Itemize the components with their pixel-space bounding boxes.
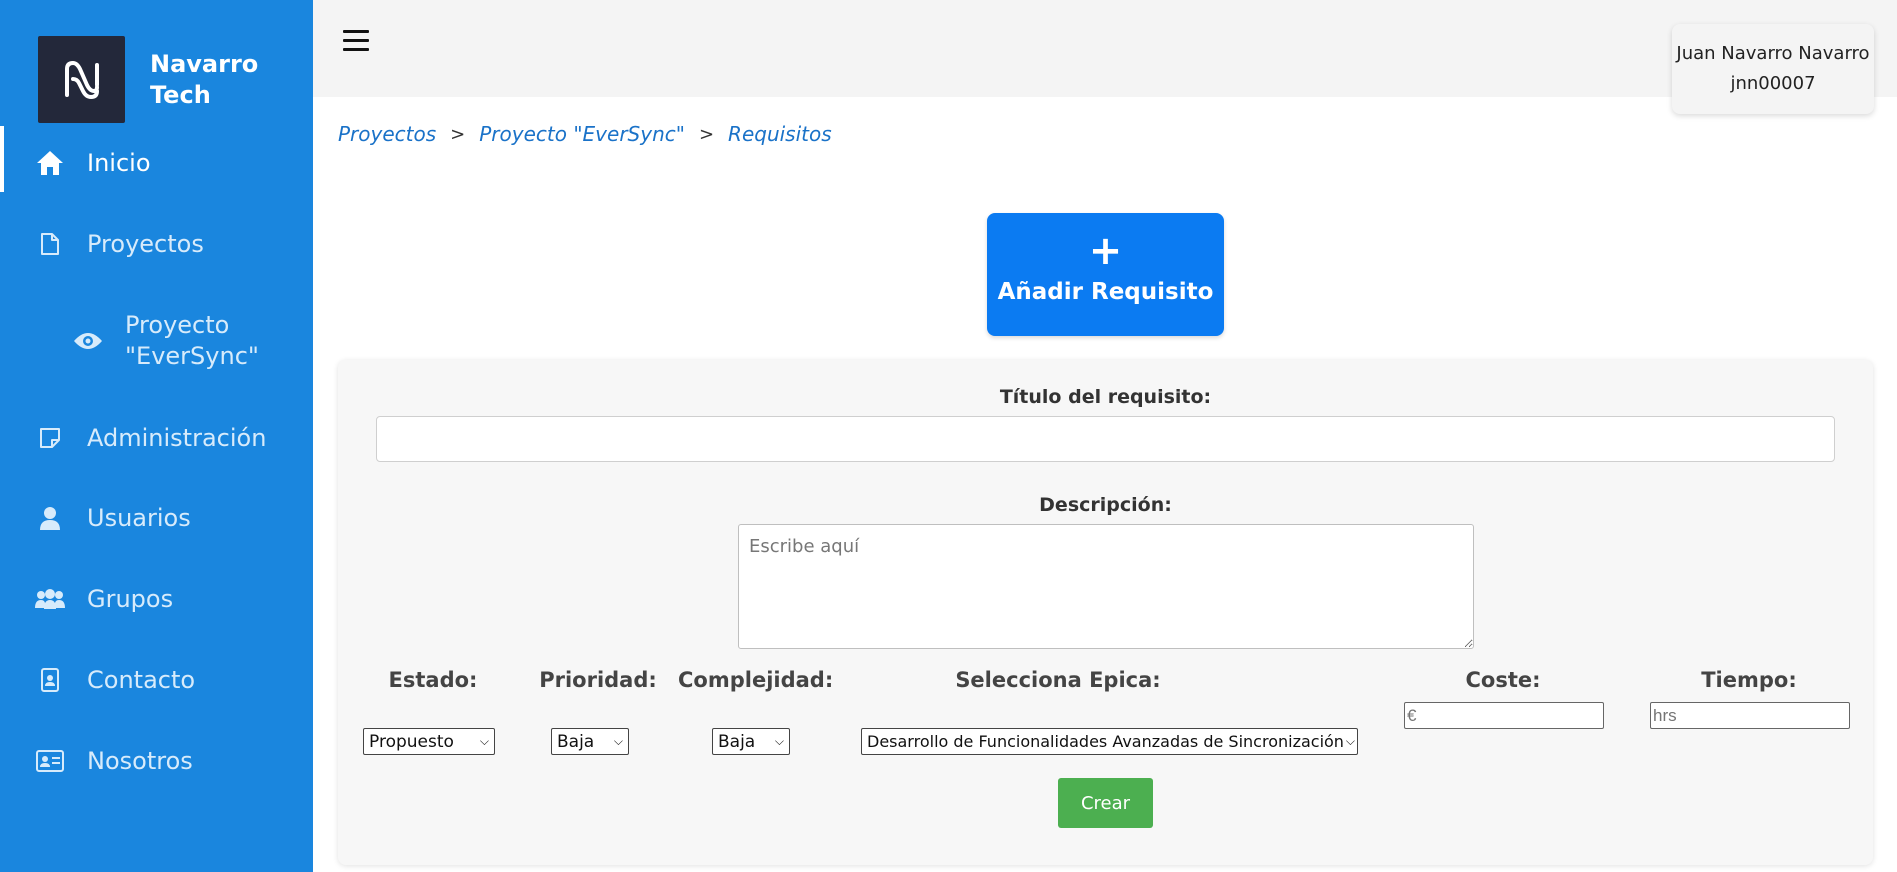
epica-value: Desarrollo de Funcionalidades Avanzadas … (867, 732, 1344, 751)
breadcrumb-separator: > (450, 123, 466, 145)
sidebar-item-nosotros[interactable]: Nosotros (0, 746, 313, 776)
plus-icon: + (1088, 228, 1123, 274)
title-label: Título del requisito: (999, 386, 1212, 408)
chevron-down-icon: ⌵ (774, 734, 784, 748)
sidebar-item-administracion[interactable]: Administración (0, 423, 313, 453)
brand-logo (38, 36, 125, 123)
sidebar-item-label: Nosotros (87, 747, 193, 775)
sidebar-item-label: Administración (87, 424, 267, 452)
sidebar-item-label: Grupos (87, 585, 174, 613)
logo-mark-icon (64, 60, 99, 99)
title-input[interactable] (376, 416, 1835, 462)
user-username: jnn00007 (1730, 73, 1816, 94)
epica-select[interactable]: Desarrollo de Funcionalidades Avanzadas … (861, 728, 1358, 755)
complejidad-value: Baja (718, 731, 756, 752)
breadcrumb-link-requisitos[interactable]: Requisitos (728, 122, 832, 146)
complejidad-select[interactable]: Baja ⌵ (712, 728, 790, 755)
estado-value: Propuesto (369, 731, 454, 752)
tiempo-label: Tiempo: (1701, 668, 1797, 692)
requirement-form: Título del requisito: Descripción: Estad… (338, 360, 1873, 865)
sidebar-item-inicio[interactable]: Inicio (0, 126, 313, 192)
user-icon (34, 502, 66, 534)
sidebar-item-label: Usuarios (87, 504, 191, 532)
add-requirement-label: Añadir Requisito (997, 279, 1214, 305)
sidebar-item-label: Contacto (87, 666, 196, 694)
epica-label: Selecciona Epica: (955, 668, 1161, 692)
sidebar-item-grupos[interactable]: Grupos (0, 584, 313, 614)
eye-icon (72, 325, 104, 357)
prioridad-label: Prioridad: (539, 668, 657, 692)
topbar (313, 0, 1897, 97)
menu-icon[interactable] (343, 30, 369, 52)
tiempo-input[interactable] (1650, 702, 1850, 729)
user-info[interactable]: Juan Navarro Navarro jnn00007 (1672, 24, 1874, 114)
prioridad-select[interactable]: Baja ⌵ (551, 728, 629, 755)
chevron-down-icon: ⌵ (1345, 734, 1355, 748)
coste-label: Coste: (1465, 668, 1541, 692)
chevron-down-icon: ⌵ (479, 734, 489, 748)
user-name: Juan Navarro Navarro (1676, 43, 1870, 64)
sidebar-item-label: Proyectos (87, 230, 204, 258)
sidebar-item-usuarios[interactable]: Usuarios (0, 503, 313, 533)
sidebar-item-contacto[interactable]: Contacto (0, 665, 313, 695)
sidebar: Navarro Tech Inicio Proyectos Proyecto "… (0, 0, 313, 872)
sidebar-item-proyecto-eversync[interactable]: Proyecto "EverSync" (0, 310, 313, 372)
sidebar-item-label: Inicio (87, 149, 151, 177)
id-card-icon (34, 745, 66, 777)
breadcrumb-link-proyecto[interactable]: Proyecto "EverSync" (479, 122, 685, 146)
complejidad-label: Complejidad: (678, 668, 834, 692)
document-icon (34, 228, 66, 260)
breadcrumb: Proyectos > Proyecto "EverSync" > Requis… (338, 122, 832, 146)
description-textarea[interactable] (738, 524, 1474, 649)
crear-button[interactable]: Crear (1058, 778, 1153, 828)
breadcrumb-link-proyectos[interactable]: Proyectos (338, 122, 436, 146)
prioridad-value: Baja (557, 731, 595, 752)
coste-input[interactable] (1404, 702, 1604, 729)
brand-name: Navarro Tech (150, 49, 259, 109)
description-label: Descripción: (1039, 494, 1172, 516)
home-icon (34, 147, 66, 179)
group-icon (34, 583, 66, 615)
note-icon (34, 422, 66, 454)
breadcrumb-separator: > (698, 123, 715, 145)
estado-label: Estado: (388, 668, 478, 692)
add-requirement-button[interactable]: + Añadir Requisito (987, 213, 1224, 336)
sidebar-item-proyectos[interactable]: Proyectos (0, 229, 313, 259)
chevron-down-icon: ⌵ (613, 734, 623, 748)
contact-badge-icon (34, 664, 66, 696)
estado-select[interactable]: Propuesto ⌵ (363, 728, 495, 755)
brand[interactable]: Navarro Tech (38, 36, 270, 123)
sidebar-item-label: Proyecto "EverSync" (125, 311, 259, 370)
